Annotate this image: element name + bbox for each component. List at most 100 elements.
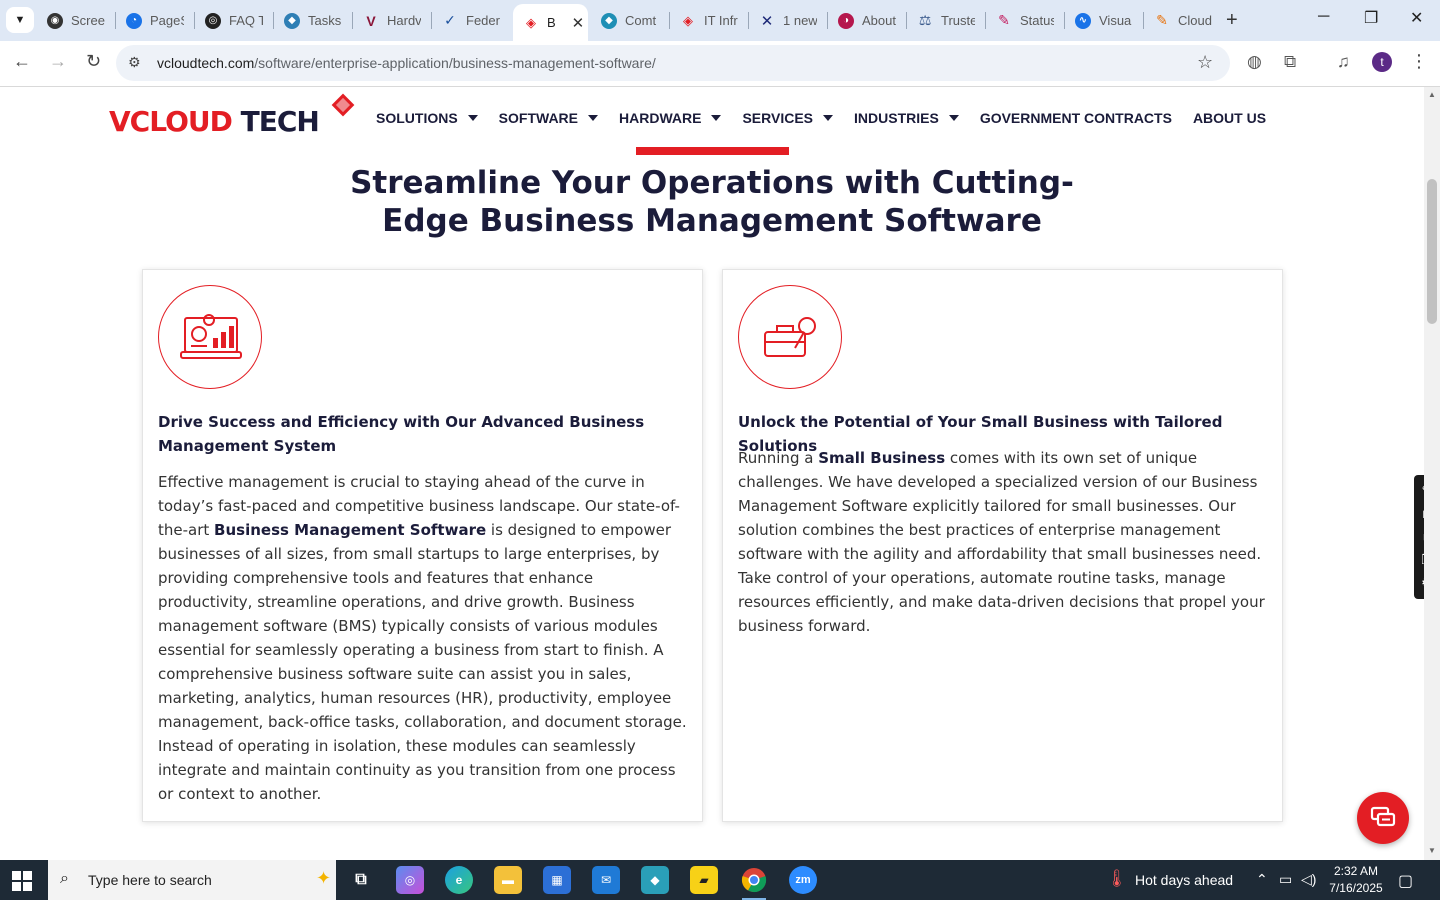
nav-services[interactable]: SERVICES [742, 110, 834, 126]
minimize-icon[interactable]: ─ [1318, 8, 1329, 26]
remote-app-icon[interactable]: ◆ [641, 866, 669, 894]
browser-tab[interactable]: ◆ Tasks [284, 8, 342, 33]
caret-down-icon [711, 115, 722, 121]
tab-divider [748, 12, 749, 29]
site-info-icon[interactable]: ⚙ [128, 54, 141, 71]
chat-button[interactable] [1357, 792, 1409, 844]
extensions-icon[interactable]: ⧉ [1284, 52, 1296, 72]
chevron-up-icon[interactable]: ⌃ [1256, 871, 1268, 888]
nav-solutions[interactable]: SOLUTIONS [376, 110, 478, 126]
browser-tab[interactable]: ⚖ Truste [917, 8, 975, 33]
trust-scale-icon: ⚖ [918, 12, 932, 28]
vcloud-icon: ◈ [526, 14, 536, 30]
card-body: Running a Small Business comes with its … [738, 449, 1265, 635]
nav-hardware[interactable]: HARDWARE [619, 110, 722, 126]
edge-icon[interactable]: e [445, 866, 473, 894]
copilot-icon[interactable]: ◎ [396, 866, 424, 894]
new-tab-button[interactable]: + [1226, 9, 1238, 32]
nav-government-contracts[interactable]: GOVERNMENT CONTRACTS [980, 110, 1172, 126]
tasks-icon: ◆ [284, 12, 300, 29]
store-icon[interactable]: ▦ [543, 866, 571, 894]
screen-capture-toolbar: ✎ ◙ ■ ❐ ⚙ [1414, 475, 1424, 599]
scroll-thumb[interactable] [1427, 179, 1437, 324]
scroll-up-icon[interactable]: ▲ [1428, 90, 1436, 99]
url-text[interactable]: vcloudtech.com/software/enterprise-appli… [157, 55, 656, 71]
browser-tab[interactable]: ◆ Comt [601, 8, 659, 33]
zoom-icon[interactable]: zm [789, 866, 817, 894]
page-viewport: VCLOUD TECH SOLUTIONS SOFTWARE HARDWARE … [0, 87, 1424, 860]
browser-tab[interactable]: ∿ Visua [1075, 8, 1133, 33]
status-icon: ✎ [998, 12, 1010, 28]
it-infra-icon: ◈ [683, 12, 693, 28]
browser-tab[interactable]: ✎ Cloud [1154, 8, 1212, 33]
media-control-icon[interactable]: ♫ [1337, 52, 1350, 72]
browser-tab[interactable]: ✓ Feder [442, 8, 500, 33]
close-tab-icon[interactable]: ✕ [572, 14, 585, 32]
forward-icon[interactable]: → [49, 51, 67, 72]
comt-icon: ◆ [601, 12, 617, 29]
chat-bubbles-icon [1370, 806, 1396, 827]
logo-diamond-icon [331, 93, 355, 117]
chrome-icon[interactable] [740, 866, 768, 900]
main-nav: SOLUTIONS SOFTWARE HARDWARE SERVICES IND… [376, 110, 1287, 126]
faq-icon: ◎ [205, 12, 221, 29]
tab-divider [906, 12, 907, 29]
profile-avatar[interactable]: t [1372, 52, 1392, 72]
cloud-icon: ✎ [1156, 12, 1168, 28]
address-bar[interactable]: ⚙ vcloudtech.com/software/enterprise-app… [116, 45, 1230, 81]
file-explorer-icon[interactable]: ▬ [494, 866, 522, 894]
system-clock[interactable]: 2:32 AM 7/16/2025 [1324, 863, 1388, 897]
browser-menu-icon[interactable]: ⋮ [1410, 51, 1428, 72]
tab-divider [985, 12, 986, 29]
browser-tab[interactable]: ◑ About [838, 8, 896, 33]
restore-icon[interactable]: ❐ [1364, 8, 1378, 28]
tab-search-button[interactable]: ▼ [6, 7, 34, 33]
browser-tab[interactable]: ◈ IT Infr [680, 8, 738, 33]
nav-software[interactable]: SOFTWARE [499, 110, 599, 126]
weather-text[interactable]: Hot days ahead [1135, 872, 1233, 888]
tab-divider [352, 12, 353, 29]
caret-down-icon [467, 115, 478, 121]
browser-tab-strip: ▼ ◉ Scree ◔ PageS ◎ FAQ T ◆ Tasks V Hard… [0, 0, 1440, 41]
federal-icon: ✓ [444, 12, 456, 28]
screencastify-icon: ◉ [47, 12, 63, 29]
caret-down-icon [588, 115, 599, 121]
volume-icon[interactable]: ◁) [1301, 871, 1316, 888]
reload-icon[interactable]: ↻ [86, 51, 101, 72]
scroll-down-icon[interactable]: ▼ [1428, 846, 1436, 855]
task-view-icon[interactable]: ⧉ [347, 866, 375, 894]
browser-tab[interactable]: V Hardv [363, 8, 421, 33]
site-header: VCLOUD TECH SOLUTIONS SOFTWARE HARDWARE … [0, 87, 1424, 149]
nav-about-us[interactable]: ABOUT US [1193, 110, 1266, 126]
back-icon[interactable]: ← [13, 51, 31, 72]
browser-tab-active[interactable]: ◈ B ✕ [513, 4, 588, 41]
browser-tab[interactable]: ✕ 1 new [759, 8, 817, 33]
thermometer-icon: 🌡 [1106, 869, 1128, 888]
search-icon: ⌕ [60, 870, 69, 887]
browser-tab[interactable]: ◔ PageS [126, 8, 184, 33]
browser-tab[interactable]: ◉ Scree [47, 8, 105, 33]
windows-start-icon[interactable] [12, 871, 32, 891]
card-body: Effective management is crucial to stayi… [158, 473, 687, 803]
network-icon[interactable]: ▭ [1279, 871, 1292, 888]
taskbar-search[interactable]: ⌕ Type here to search ✦ [48, 860, 336, 900]
page-scrollbar[interactable]: ▲ ▼ [1424, 87, 1440, 860]
nav-industries[interactable]: INDUSTRIES [854, 110, 959, 126]
tab-divider [431, 12, 432, 29]
close-window-icon[interactable]: ✕ [1410, 8, 1423, 28]
page-headline: Streamline Your Operations with Cutting-… [350, 165, 1074, 239]
tab-divider [273, 12, 274, 29]
translate-icon[interactable]: ◍ [1247, 52, 1262, 72]
about-icon: ◑ [838, 12, 854, 29]
browser-toolbar: ← → ↻ ⚙ vcloudtech.com/software/enterpri… [0, 41, 1440, 87]
sticky-notes-icon[interactable]: ▰ [690, 866, 718, 894]
caret-down-icon [823, 115, 834, 121]
browser-tab[interactable]: ◎ FAQ T [205, 8, 263, 33]
tab-divider [827, 12, 828, 29]
tab-divider [1064, 12, 1065, 29]
notifications-icon[interactable]: ▢ [1398, 871, 1413, 891]
mail-icon[interactable]: ✉ [592, 866, 620, 894]
section-tag [636, 147, 789, 155]
bookmark-star-icon[interactable]: ☆ [1197, 52, 1213, 73]
browser-tab[interactable]: ✎ Status [996, 8, 1054, 33]
